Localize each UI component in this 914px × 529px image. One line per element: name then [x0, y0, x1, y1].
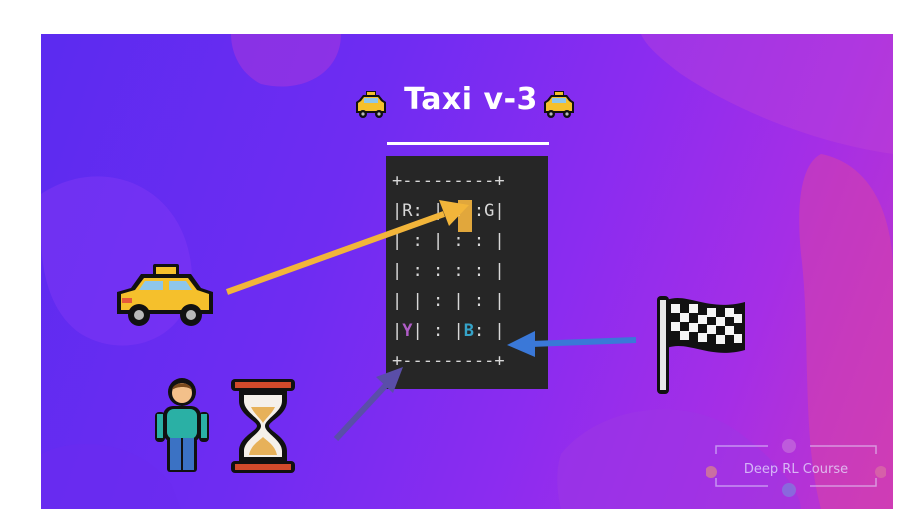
passenger-arrow	[333, 367, 403, 442]
course-watermark: Deep RL Course	[706, 434, 886, 498]
checkered-flag-icon	[653, 292, 749, 396]
watermark-label: Deep RL Course	[743, 462, 849, 477]
robot-icon	[782, 439, 796, 453]
taxi-icon	[113, 262, 217, 328]
hourglass-icon	[229, 377, 297, 475]
slide: Taxi v-3 +---------+ |R: | : :G| | : | :…	[41, 34, 893, 509]
destination-arrow	[507, 331, 637, 357]
taxi-arrow	[225, 200, 469, 295]
person-icon	[151, 376, 213, 474]
planet-icon	[782, 483, 796, 497]
